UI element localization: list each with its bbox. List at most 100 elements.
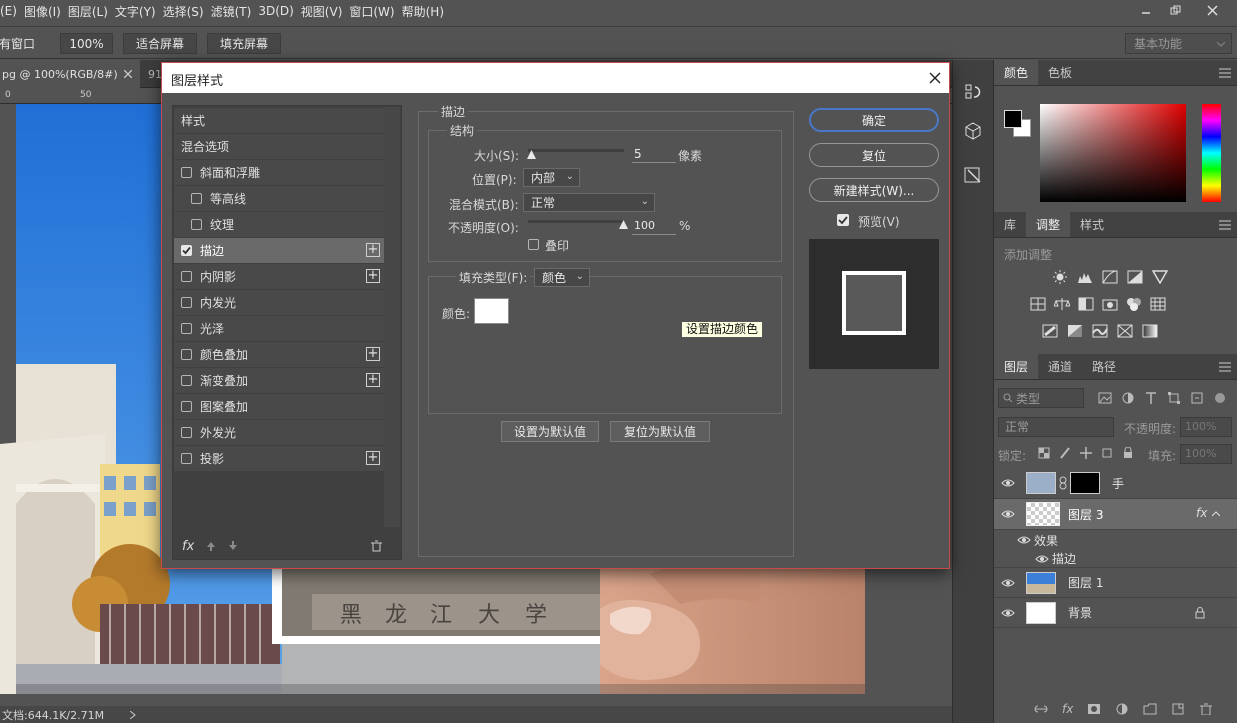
opacity-slider-track[interactable]: [528, 220, 624, 223]
size-input[interactable]: 5: [632, 147, 676, 163]
adjustment-filter-icon[interactable]: [1121, 391, 1135, 405]
layer-row-hand[interactable]: 手: [994, 468, 1237, 499]
size-slider-track[interactable]: [528, 149, 624, 152]
filter-toggle-icon[interactable]: [1213, 391, 1227, 405]
checkbox[interactable]: [181, 349, 192, 360]
style-item-blending-options[interactable]: 混合选项: [174, 134, 384, 159]
opacity-input[interactable]: 100: [632, 219, 676, 235]
eye-icon[interactable]: [994, 608, 1022, 618]
style-item-gradient-overlay[interactable]: 渐变叠加 +: [174, 368, 384, 393]
smart-object-filter-icon[interactable]: [1190, 391, 1204, 405]
menu-help[interactable]: 帮助(H): [402, 3, 451, 20]
layer-opacity-field[interactable]: 100%: [1180, 417, 1232, 437]
invert-icon[interactable]: [1042, 324, 1058, 338]
hue-slider[interactable]: [1202, 104, 1221, 202]
link-layers-icon[interactable]: [1034, 703, 1048, 715]
checkbox[interactable]: [181, 167, 192, 178]
photo-filter-icon[interactable]: [1102, 297, 1118, 311]
layer-stroke-effect-row[interactable]: 描边: [994, 550, 1237, 568]
dialog-title-bar[interactable]: 图层样式: [162, 63, 949, 93]
menu-edit[interactable]: (E): [0, 4, 24, 18]
menu-3d[interactable]: 3D(D): [258, 4, 300, 18]
fx-menu-icon[interactable]: fx: [182, 539, 194, 554]
style-item-inner-shadow[interactable]: 内阴影 +: [174, 264, 384, 289]
add-mask-icon[interactable]: [1087, 703, 1101, 715]
trash-icon[interactable]: [370, 540, 383, 552]
eye-icon[interactable]: [994, 509, 1022, 519]
style-item-outer-glow[interactable]: 外发光: [174, 420, 384, 445]
add-gradient-overlay-icon[interactable]: +: [366, 373, 380, 387]
layer-mask-thumbnail[interactable]: [1070, 472, 1100, 494]
color-lookup-icon[interactable]: [1150, 297, 1166, 311]
add-style-fx-icon[interactable]: fx: [1062, 703, 1073, 715]
brightness-icon[interactable]: [1052, 270, 1068, 284]
new-group-icon[interactable]: [1143, 703, 1157, 715]
style-item-pattern-overlay[interactable]: 图案叠加: [174, 394, 384, 419]
close-window-button[interactable]: [1199, 0, 1225, 20]
style-item-bevel-emboss[interactable]: 斜面和浮雕: [174, 160, 384, 185]
fit-screen-button[interactable]: 适合屏幕: [123, 33, 197, 54]
blend-mode-select[interactable]: 正常 ⌄: [523, 193, 655, 212]
menu-type[interactable]: 文字(Y): [115, 3, 163, 20]
threshold-icon[interactable]: [1092, 324, 1108, 338]
new-style-button[interactable]: 新建样式(W)...: [809, 178, 939, 202]
checkbox-checked[interactable]: [181, 245, 192, 256]
eye-icon[interactable]: [1014, 535, 1034, 545]
fill-type-select[interactable]: 颜色 ⌄: [534, 268, 590, 287]
tab-paths[interactable]: 路径: [1082, 354, 1126, 379]
stroke-color-swatch[interactable]: [474, 298, 509, 324]
add-stroke-icon[interactable]: +: [366, 243, 380, 257]
lock-move-icon[interactable]: [1080, 447, 1092, 459]
tab-color[interactable]: 颜色: [994, 60, 1039, 85]
style-item-drop-shadow[interactable]: 投影 +: [174, 446, 384, 471]
move-down-icon[interactable]: [228, 541, 238, 551]
position-select[interactable]: 内部 ⌄: [523, 168, 580, 187]
3d-panel-button[interactable]: [962, 120, 986, 144]
lock-brush-icon[interactable]: [1059, 447, 1071, 459]
trash-icon[interactable]: [1199, 703, 1213, 715]
style-item-texture[interactable]: 纹理: [174, 212, 384, 237]
checkbox[interactable]: [181, 297, 192, 308]
panel-menu-icon[interactable]: [1219, 220, 1231, 230]
layer-filter-select[interactable]: 类型: [998, 388, 1084, 408]
checkbox[interactable]: [181, 375, 192, 386]
lock-all-icon[interactable]: [1122, 447, 1134, 459]
layer-fill-field[interactable]: 100%: [1180, 444, 1232, 464]
close-icon[interactable]: [929, 72, 941, 84]
preview-checkbox[interactable]: [837, 214, 849, 226]
style-item-stroke[interactable]: 描边 +: [174, 238, 384, 263]
restore-button[interactable]: [1162, 0, 1188, 20]
new-layer-icon[interactable]: [1171, 703, 1185, 715]
layer-row-background[interactable]: 背景: [994, 598, 1237, 628]
ok-button[interactable]: 确定: [809, 108, 939, 132]
checkbox[interactable]: [181, 401, 192, 412]
reset-default-button[interactable]: 复位为默认值: [610, 421, 710, 442]
gradient-map-icon[interactable]: [1142, 324, 1158, 338]
fx-icon[interactable]: fx: [1196, 506, 1207, 520]
black-white-icon[interactable]: [1078, 297, 1094, 311]
menu-select[interactable]: 选择(S): [163, 3, 211, 20]
tab-libraries[interactable]: 库: [994, 212, 1026, 237]
tab-swatches[interactable]: 色板: [1038, 60, 1082, 85]
menu-layer[interactable]: 图层(L): [68, 3, 115, 20]
posterize-icon[interactable]: [1067, 324, 1083, 338]
lock-artboard-icon[interactable]: [1101, 447, 1113, 459]
add-drop-shadow-icon[interactable]: +: [366, 451, 380, 465]
checkbox[interactable]: [181, 453, 192, 464]
layer-row-layer1[interactable]: 图层 1: [994, 568, 1237, 598]
exposure-icon[interactable]: [1127, 270, 1143, 284]
overprint-checkbox[interactable]: [528, 239, 539, 250]
image-filter-icon[interactable]: [1098, 391, 1112, 405]
document-tab[interactable]: pg @ 100%(RGB/8#): [0, 60, 140, 88]
shape-filter-icon[interactable]: [1167, 391, 1181, 405]
eye-icon[interactable]: [994, 478, 1022, 488]
close-tab-icon[interactable]: [123, 70, 132, 78]
color-spectrum-field[interactable]: [1040, 104, 1186, 202]
zoom-100-button[interactable]: 100%: [60, 33, 113, 54]
tab-channels[interactable]: 通道: [1038, 354, 1082, 379]
workspace-select[interactable]: 基本功能: [1125, 33, 1232, 54]
all-windows-option[interactable]: 有窗口: [0, 33, 36, 54]
add-inner-shadow-icon[interactable]: +: [366, 269, 380, 283]
hue-saturation-icon[interactable]: [1030, 297, 1046, 311]
chevron-up-icon[interactable]: [1212, 511, 1220, 517]
